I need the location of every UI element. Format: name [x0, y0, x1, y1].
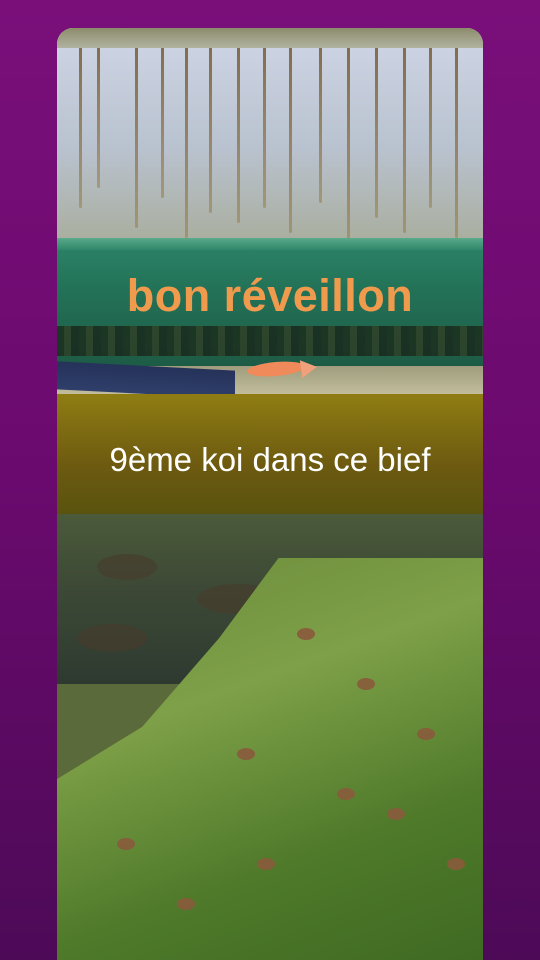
- tree-reflection: [79, 38, 82, 208]
- beam-edge: [57, 238, 483, 250]
- beam-moss: [57, 326, 483, 356]
- tree-reflection: [289, 38, 292, 233]
- subtitle-caption: 9ème koi dans ce bief: [109, 441, 431, 478]
- tree-reflection: [263, 38, 266, 208]
- tree-reflection: [161, 38, 164, 198]
- dead-leaf: [297, 628, 315, 640]
- dead-leaf: [387, 808, 405, 820]
- koi-fish-tail: [299, 357, 319, 379]
- tree-reflection: [209, 38, 212, 213]
- tree-reflection: [185, 38, 188, 238]
- far-bank: [57, 28, 483, 48]
- tree-reflection: [135, 38, 138, 228]
- tree-reflection: [319, 38, 322, 203]
- dead-leaf: [357, 678, 375, 690]
- tree-reflection: [375, 38, 378, 218]
- dead-leaf: [237, 748, 255, 760]
- water-reflection: [57, 28, 483, 246]
- rock: [97, 554, 157, 580]
- headline-caption: bon réveillon: [126, 270, 414, 321]
- dead-leaf: [177, 898, 195, 910]
- dead-leaf: [417, 728, 435, 740]
- dead-leaf: [117, 838, 135, 850]
- dead-leaf: [337, 788, 355, 800]
- dead-leaf: [257, 858, 275, 870]
- tree-reflection: [455, 38, 458, 238]
- video-photo-frame: [57, 28, 483, 960]
- tree-reflection: [429, 38, 432, 208]
- tree-reflection: [237, 38, 240, 223]
- rock: [77, 624, 147, 652]
- tree-reflection: [97, 38, 100, 188]
- tree-reflection: [403, 38, 406, 233]
- tree-reflection: [347, 38, 350, 243]
- dead-leaf: [447, 858, 465, 870]
